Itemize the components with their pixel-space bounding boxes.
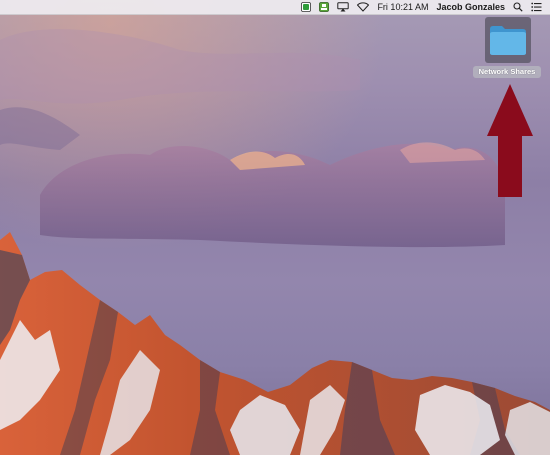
user-name[interactable]: Jacob Gonzales xyxy=(436,0,505,14)
menu-extra-icon[interactable] xyxy=(319,0,330,14)
menu-bar: Fri 10:21 AM Jacob Gonzales xyxy=(0,0,550,15)
wifi-icon[interactable] xyxy=(357,0,370,14)
folder-label[interactable]: Network Shares xyxy=(473,66,541,78)
clock[interactable]: Fri 10:21 AM xyxy=(377,0,428,14)
folder-icon xyxy=(490,26,526,55)
desktop[interactable]: Fri 10:21 AM Jacob Gonzales Network Shar… xyxy=(0,0,550,455)
list-icon[interactable] xyxy=(531,0,542,14)
network-shares-folder[interactable] xyxy=(485,17,531,63)
search-icon[interactable] xyxy=(513,0,523,14)
airplay-icon[interactable] xyxy=(337,0,350,14)
up-arrow-annotation xyxy=(487,84,533,197)
wallpaper-image xyxy=(0,0,550,455)
green-status-icon[interactable] xyxy=(301,0,312,14)
